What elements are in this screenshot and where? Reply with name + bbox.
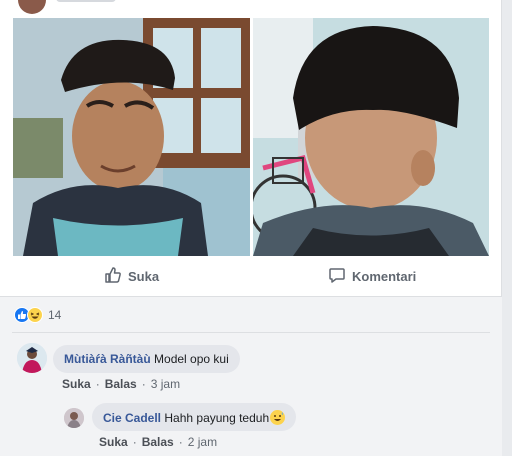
like-button[interactable]: Suka [104, 266, 159, 287]
commenter-avatar[interactable] [17, 343, 47, 373]
comments-section: 14 Mùtiàŕà Ràñtàù Model opo kui Suka · B… [0, 297, 502, 456]
post-photo-back[interactable] [253, 18, 489, 256]
meta-dot: · [178, 435, 183, 449]
haha-icon [27, 307, 43, 323]
post-header [0, 0, 502, 18]
reply-author-avatar[interactable] [64, 408, 84, 428]
comment-bubble-icon [328, 266, 346, 287]
meta-dot: · [132, 435, 137, 449]
comment-author[interactable]: Mùtiàŕà Ràñtàù [64, 352, 151, 366]
thumbs-up-icon [104, 266, 122, 287]
reaction-count: 14 [48, 308, 62, 322]
reply-timestamp[interactable]: 2 jam [188, 435, 217, 449]
meta-dot: · [141, 377, 146, 391]
comment-meta: Suka · Balas · 3 jam [62, 377, 180, 391]
poster-name-placeholder [56, 0, 116, 2]
meta-dot: · [95, 377, 100, 391]
like-label: Suka [128, 269, 160, 284]
reply-reply-link[interactable]: Balas [142, 435, 174, 449]
comment-like-link[interactable]: Suka [62, 377, 91, 391]
comment-timestamp[interactable]: 3 jam [151, 377, 180, 391]
grinning-sweat-emoji [270, 410, 286, 425]
reply-meta: Suka · Balas · 2 jam [99, 435, 217, 449]
comment-label: Komentari [352, 269, 417, 284]
comment-button[interactable]: Komentari [328, 266, 416, 287]
comment-bubble: Mùtiàŕà Ràñtàù Model opo kui [53, 345, 240, 373]
comments-divider [12, 332, 490, 333]
reaction-summary[interactable]: 14 [14, 307, 61, 323]
reply-like-link[interactable]: Suka [99, 435, 128, 449]
post-photo-front[interactable] [13, 18, 250, 256]
comment-text: Model opo kui [154, 352, 229, 366]
post-card: Suka Komentari [0, 0, 502, 296]
reply-author[interactable]: Cie Cadell [103, 411, 161, 425]
post-action-bar: Suka Komentari [0, 256, 502, 296]
poster-avatar[interactable] [18, 0, 46, 14]
reply-text: Hahh payung teduh [164, 411, 270, 425]
comment-reply-link[interactable]: Balas [105, 377, 137, 391]
reply-bubble: Cie Cadell Hahh payung teduh [92, 403, 297, 431]
